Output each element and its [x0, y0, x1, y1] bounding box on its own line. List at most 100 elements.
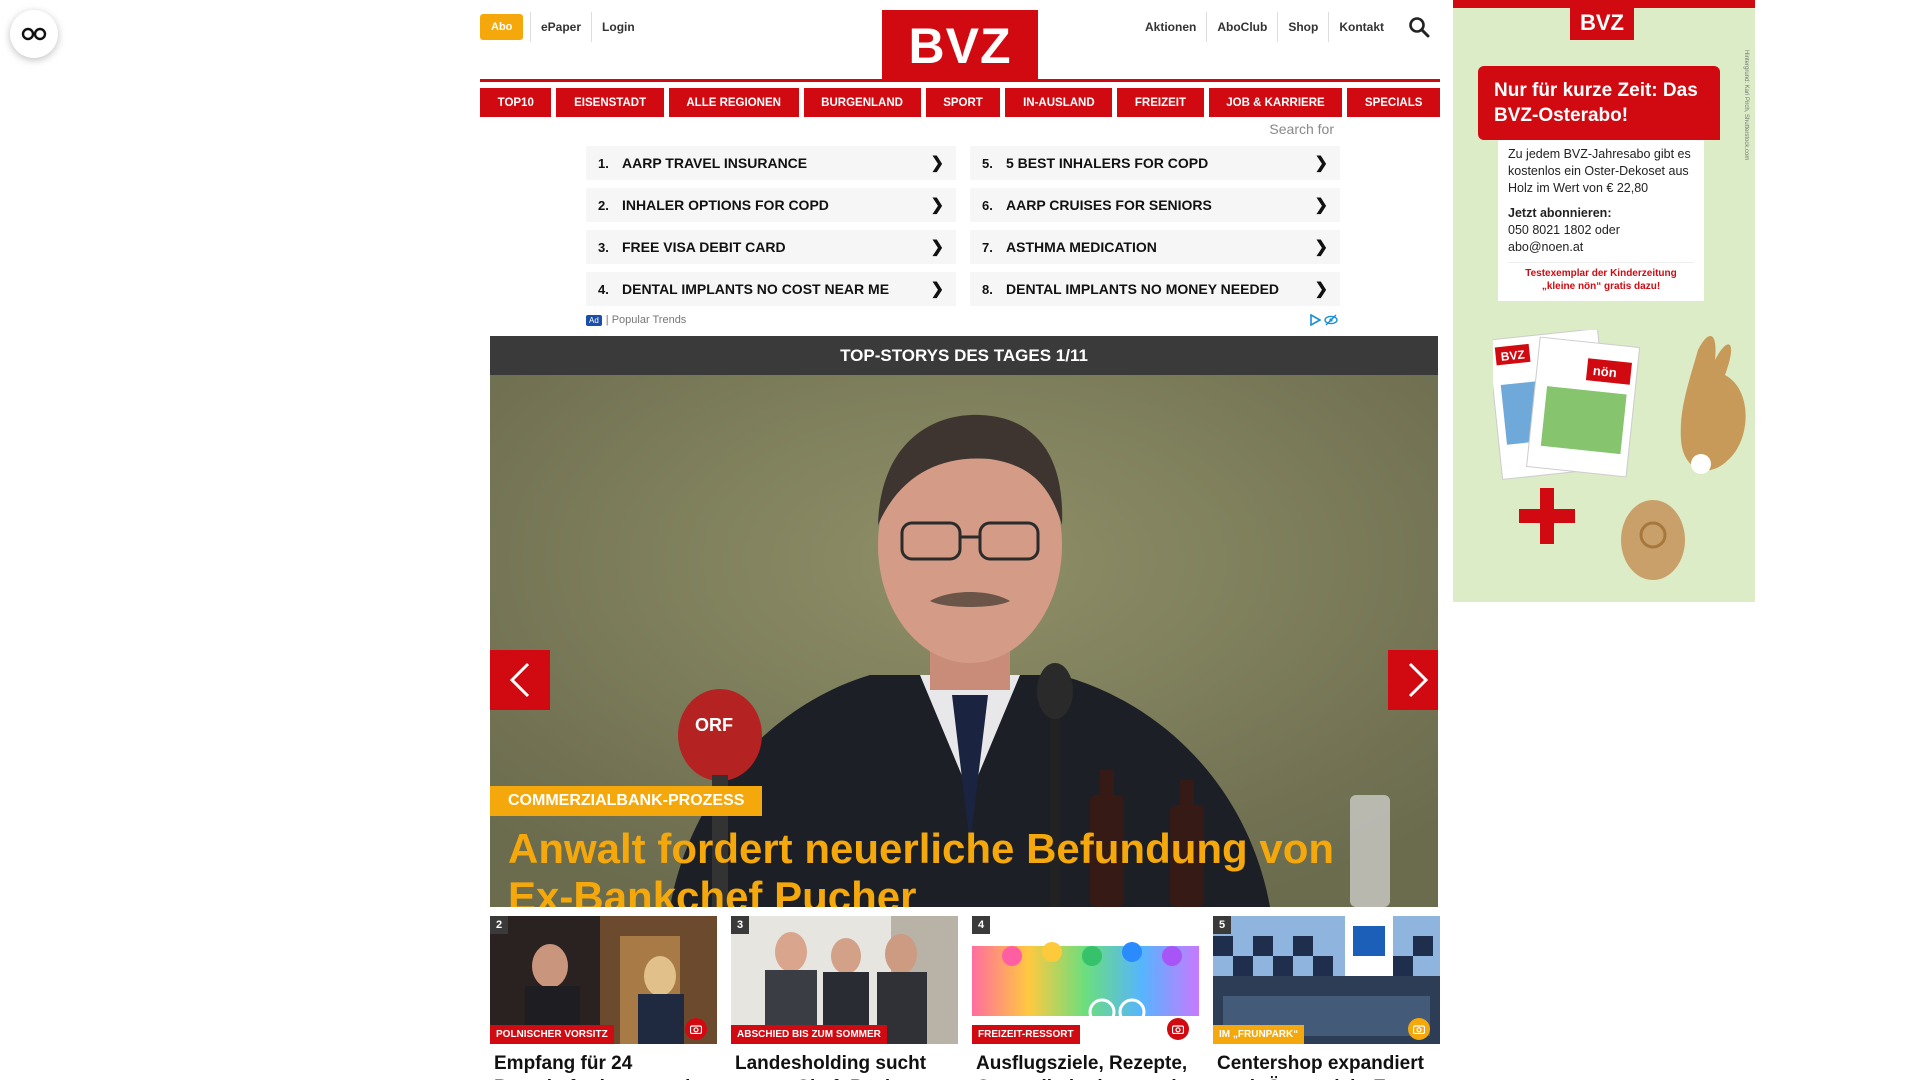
- chevron-right-icon: ❯: [1314, 197, 1328, 214]
- nav-burgenland[interactable]: BURGENLAND: [803, 88, 921, 117]
- story-rank: 3: [731, 916, 749, 934]
- nav-specials[interactable]: SPECIALS: [1347, 88, 1441, 117]
- search-icon[interactable]: [1408, 16, 1430, 38]
- story-headline[interactable]: Landesholding sucht neuen Chef: Pucker: [731, 1052, 958, 1080]
- story-tag: POLNISCHER VORSITZ: [490, 1025, 614, 1044]
- story-image[interactable]: 4 FREIZEIT-RESSORT: [972, 916, 1199, 1044]
- adchoices-icon[interactable]: [1309, 314, 1321, 326]
- camera-icon: [1167, 1018, 1189, 1040]
- ad-link[interactable]: 8. DENTAL IMPLANTS NO MONEY NEEDED ❯: [970, 272, 1340, 306]
- chevron-right-icon: ❯: [930, 197, 944, 214]
- top-links-left: ePaper Login: [530, 12, 645, 42]
- ad-product-illustration: BVZ nön: [1493, 330, 1746, 580]
- magazine-noen-label: nön: [1592, 363, 1617, 380]
- nav-eisenstadt[interactable]: EISENSTADT: [556, 88, 664, 117]
- ad-link-label: ASTHMA MEDICATION: [1006, 239, 1157, 255]
- story-tag: FREIZEIT-RESSORT: [972, 1025, 1080, 1044]
- epaper-link[interactable]: ePaper: [530, 12, 591, 42]
- sidebar-advertisement[interactable]: BVZ Hintergrund: Kari Pirch, Shutterstoc…: [1453, 0, 1755, 602]
- nav-sport[interactable]: SPORT: [925, 88, 1001, 117]
- ad-offer-box: Zu jedem BVZ-Jahresabo gibt es kostenlos…: [1498, 140, 1704, 301]
- ad-link[interactable]: 3. FREE VISA DEBIT CARD ❯: [586, 230, 956, 264]
- ad-icons: [1309, 314, 1338, 326]
- story-headline[interactable]: Ausflugsziele, Rezepte, Gesundheitstipps…: [972, 1052, 1199, 1080]
- ad-offer-text: Zu jedem BVZ-Jahresabo gibt es kostenlos…: [1508, 147, 1691, 195]
- story-image[interactable]: 5 IM „FRUNPARK“: [1213, 916, 1440, 1044]
- nav-alle-regionen[interactable]: ALLE REGIONEN: [668, 88, 799, 117]
- ad-link[interactable]: 1. AARP TRAVEL INSURANCE ❯: [586, 146, 956, 180]
- ad-link-label: DENTAL IMPLANTS NO COST NEAR ME: [622, 281, 890, 297]
- ad-link-label: AARP CRUISES FOR SENIORS: [1006, 197, 1212, 213]
- aktionen-link[interactable]: Aktionen: [1135, 12, 1208, 42]
- ad-link-label: DENTAL IMPLANTS NO MONEY NEEDED: [1006, 281, 1280, 297]
- chevron-right-icon: ❯: [1314, 281, 1328, 298]
- shop-link[interactable]: Shop: [1278, 12, 1330, 42]
- accessibility-toggle-button[interactable]: [10, 10, 58, 58]
- slider-prev-button[interactable]: [490, 650, 550, 710]
- hero-category-tag[interactable]: COMMERZIALBANK-PROZESS: [490, 786, 763, 816]
- aboclub-link[interactable]: AboClub: [1207, 12, 1279, 42]
- login-link[interactable]: Login: [591, 12, 645, 42]
- top-stories-slider: TOP-STORYS DES TAGES 1/11 ORF COMMERZIAL…: [490, 336, 1438, 907]
- ad-headline: Nur für kurze Zeit: Das BVZ-Osterabo!: [1478, 66, 1720, 140]
- ad-link[interactable]: 7. ASTHMA MEDICATION ❯: [970, 230, 1340, 264]
- ad-link-label: INHALER OPTIONS FOR COPD: [622, 197, 829, 213]
- chevron-left-icon: [509, 662, 530, 698]
- ad-links-grid: 1. AARP TRAVEL INSURANCE ❯ 5. 5 BEST INHALE…: [586, 146, 1340, 306]
- chevron-right-icon: ❯: [1314, 239, 1328, 256]
- story-card[interactable]: 5 IM „FRUNPARK“ Centershop expandiert na…: [1213, 916, 1440, 1080]
- slider-next-button[interactable]: [1388, 650, 1438, 710]
- kontakt-link[interactable]: Kontakt: [1329, 12, 1394, 42]
- story-tag: ABSCHIED BIS ZUM SOMMER: [731, 1025, 887, 1044]
- story-rank: 2: [490, 916, 508, 934]
- ad-link[interactable]: 5. 5 BEST INHALERS FOR COPD ❯: [970, 146, 1340, 180]
- nav-job-karriere[interactable]: JOB & KARRIERE: [1208, 88, 1343, 117]
- ad-link-number: 7.: [982, 239, 993, 255]
- story-image[interactable]: 2 POLNISCHER VORSITZ: [490, 916, 717, 1044]
- story-tag: IM „FRUNPARK“: [1213, 1025, 1305, 1044]
- story-headline[interactable]: Empfang für 24 Botschafterinnen und: [490, 1052, 717, 1080]
- ad-search-label: Search for: [1269, 121, 1334, 137]
- story-rank: 5: [1213, 916, 1231, 934]
- chevron-right-icon: [1408, 662, 1429, 698]
- nav-top10[interactable]: TOP10: [480, 88, 552, 117]
- story-image[interactable]: 3 ABSCHIED BIS ZUM SOMMER: [731, 916, 958, 1044]
- ad-source[interactable]: | Popular Trends: [606, 314, 687, 326]
- ad-link-number: 6.: [982, 197, 993, 213]
- ad-cta: Jetzt abonnieren:: [1508, 206, 1612, 220]
- ad-link-number: 8.: [982, 281, 993, 297]
- camera-icon: [1408, 1018, 1430, 1040]
- ad-photo-credit: Hintergrund: Kari Pirch, Shutterstock.co…: [1743, 50, 1749, 161]
- nav-in-ausland[interactable]: IN-AUSLAND: [1005, 88, 1113, 117]
- bvz-logo[interactable]: BVZ: [882, 10, 1038, 82]
- ad-contact: 050 8021 1802 oder abo@noen.at: [1508, 223, 1620, 254]
- nav-freizeit[interactable]: FREIZEIT: [1117, 88, 1204, 117]
- top-links-right: Aktionen AboClub Shop Kontakt: [1135, 12, 1394, 42]
- ad-link-number: 2.: [598, 197, 609, 213]
- ad-bvz-logo: BVZ: [1570, 6, 1634, 40]
- ad-link-label: AARP TRAVEL INSURANCE: [622, 155, 808, 171]
- story-card[interactable]: 2 POLNISCHER VORSITZ Empfang für 24 Bots…: [490, 916, 717, 1080]
- abo-button[interactable]: Abo: [480, 14, 524, 40]
- ad-link-label: FREE VISA DEBIT CARD: [622, 239, 786, 255]
- story-card[interactable]: 3 ABSCHIED BIS ZUM SOMMER Landesholding …: [731, 916, 958, 1080]
- ad-link-label: 5 BEST INHALERS FOR COPD: [1006, 155, 1209, 171]
- ad-kinder-note: Testexemplar der Kinderzeitung „kleine n…: [1508, 262, 1694, 293]
- chevron-right-icon: ❯: [930, 281, 944, 298]
- ad-link-number: 5.: [982, 155, 993, 171]
- hide-ad-eye-icon[interactable]: [1324, 314, 1338, 326]
- ad-link[interactable]: 4. DENTAL IMPLANTS NO COST NEAR ME ❯: [586, 272, 956, 306]
- story-headline[interactable]: Centershop expandiert nach Österreich: E…: [1213, 1052, 1440, 1080]
- ad-link-number: 1.: [598, 155, 609, 171]
- glasses-icon: [21, 27, 47, 41]
- ad-footer: Ad | Popular Trends: [586, 314, 1338, 326]
- camera-icon: [685, 1018, 707, 1040]
- ad-link-number: 4.: [598, 281, 609, 297]
- hero-headline[interactable]: Anwalt fordert neuerliche Befundung von …: [508, 825, 1408, 907]
- site-container: Abo ePaper Login BVZ Aktionen AboClub Sh…: [480, 0, 1441, 1080]
- chevron-right-icon: ❯: [930, 239, 944, 256]
- hero-story[interactable]: ORF COMMERZIALBANK-PROZESS Anwalt forder…: [490, 375, 1438, 907]
- ad-link[interactable]: 6. AARP CRUISES FOR SENIORS ❯: [970, 188, 1340, 222]
- story-card[interactable]: 4 FREIZEIT-RESSORT Ausflugsziele, Rezept…: [972, 916, 1199, 1080]
- ad-link[interactable]: 2. INHALER OPTIONS FOR COPD ❯: [586, 188, 956, 222]
